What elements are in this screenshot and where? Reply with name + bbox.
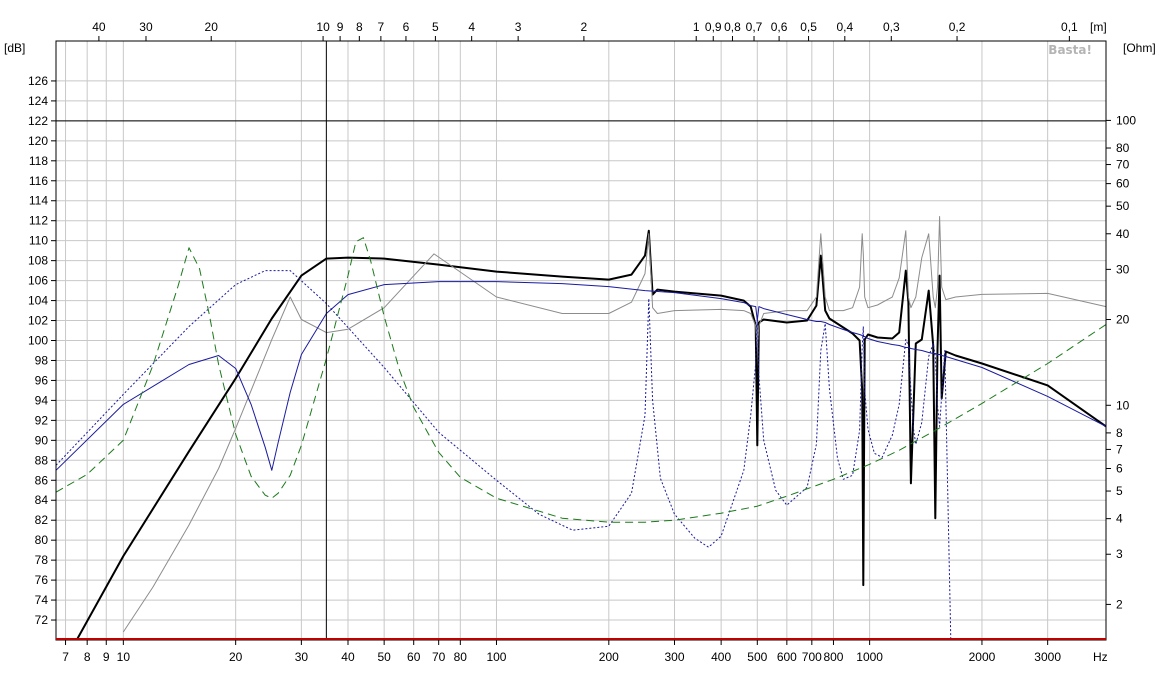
- x-tick-label: 60: [407, 650, 421, 664]
- y-left-tick-label: 84: [35, 493, 49, 507]
- x-tick-label: 3000: [1034, 650, 1061, 664]
- y-left-tick-label: 122: [28, 114, 48, 128]
- x-tick-label: 30: [295, 650, 309, 664]
- y-right-tick-label: 80: [1116, 141, 1130, 155]
- y-left-tick-label: 112: [29, 214, 48, 228]
- top-tick-label: 0,9: [705, 20, 722, 34]
- x-tick-label: 300: [664, 650, 684, 664]
- y-right-tick-label: 6: [1116, 461, 1123, 475]
- y-right-tick-label: 100: [1116, 113, 1136, 127]
- top-tick-label: 6: [403, 20, 410, 34]
- y-left-tick-label: 82: [35, 513, 49, 527]
- right-axis-unit-label: [Ohm]: [1123, 41, 1156, 55]
- frequency-response-chart: 7 8 9 10 20 30 40 50 60 70 80 100 200 300 400 500 600 700…: [0, 0, 1160, 685]
- y-left-tick-label: 106: [28, 274, 48, 288]
- top-tick-label: 9: [337, 20, 344, 34]
- x-tick-label: 200: [599, 650, 619, 664]
- top-tick-label: 0,5: [800, 20, 817, 34]
- y-left-tick-label: 86: [35, 473, 49, 487]
- y-right-tick-label: 3: [1116, 547, 1123, 561]
- y-left-tick-label: 88: [35, 453, 49, 467]
- x-tick-label: 800: [823, 650, 843, 664]
- y-right-tick-label: 70: [1116, 158, 1130, 172]
- y-right-tick-label: 40: [1116, 227, 1130, 241]
- x-tick-label: 600: [777, 650, 797, 664]
- top-tick-label: 4: [468, 20, 475, 34]
- top-tick-label: 1: [693, 20, 700, 34]
- left-axis-unit-label: [dB]: [4, 41, 25, 55]
- top-tick-label: 10: [316, 20, 330, 34]
- y-left-tick-label: 110: [29, 234, 48, 248]
- y-left-tick-label: 108: [28, 254, 48, 268]
- y-right-tick-label: 5: [1116, 484, 1123, 498]
- top-tick-label: 7: [378, 20, 385, 34]
- top-tick-label: 0,3: [883, 20, 900, 34]
- x-tick-label: 10: [117, 650, 131, 664]
- y-right-tick-label: 8: [1116, 426, 1123, 440]
- x-tick-label: 8: [84, 650, 91, 664]
- y-left-tick-label: 114: [29, 194, 48, 208]
- x-tick-label: 9: [103, 650, 110, 664]
- x-tick-label: 500: [747, 650, 767, 664]
- x-tick-label: 70: [432, 650, 446, 664]
- y-left-tick-label: 74: [35, 593, 49, 607]
- top-tick-label: 30: [139, 20, 153, 34]
- y-left-tick-label: 118: [29, 154, 48, 168]
- top-tick-label: 2: [581, 20, 588, 34]
- y-left-tick-label: 94: [35, 393, 49, 407]
- x-tick-label: 1000: [856, 650, 883, 664]
- y-left-tick-label: 126: [28, 74, 48, 88]
- y-left-tick-label: 100: [28, 334, 48, 348]
- top-tick-label: 3: [515, 20, 522, 34]
- y-left-tick-label: 102: [28, 314, 48, 328]
- y-right-tick-label: 20: [1116, 313, 1130, 327]
- top-tick-label: 0,2: [949, 20, 966, 34]
- y-left-tick-label: 104: [28, 294, 48, 308]
- x-tick-label: 100: [486, 650, 506, 664]
- x-tick-label: 7: [62, 650, 69, 664]
- y-right-tick-label: 50: [1116, 199, 1130, 213]
- top-tick-label: 0,7: [746, 20, 763, 34]
- top-tick-label: 20: [205, 20, 219, 34]
- chart-background: [0, 0, 1160, 685]
- x-tick-label: 400: [711, 650, 731, 664]
- top-tick-label: 8: [356, 20, 363, 34]
- top-axis-unit-label: [m]: [1090, 20, 1107, 34]
- x-tick-label: 80: [454, 650, 468, 664]
- y-left-tick-label: 116: [29, 174, 48, 188]
- y-right-tick-label: 7: [1116, 442, 1123, 456]
- top-tick-label: 40: [92, 20, 106, 34]
- y-right-tick-label: 10: [1116, 398, 1130, 412]
- y-left-tick-label: 78: [35, 553, 49, 567]
- y-left-tick-label: 80: [35, 533, 49, 547]
- x-tick-label: 50: [377, 650, 391, 664]
- x-tick-label: 40: [341, 650, 355, 664]
- y-left-tick-label: 90: [35, 433, 49, 447]
- y-right-tick-label: 2: [1116, 597, 1123, 611]
- y-left-tick-label: 96: [35, 373, 49, 387]
- y-left-tick-label: 72: [35, 613, 49, 627]
- y-left-tick-label: 120: [28, 134, 48, 148]
- top-tick-label: 0,6: [771, 20, 788, 34]
- x-tick-label: 700: [802, 650, 822, 664]
- x-tick-label: 20: [229, 650, 243, 664]
- y-left-tick-label: 92: [35, 413, 49, 427]
- y-right-tick-label: 60: [1116, 177, 1130, 191]
- x-axis-unit-label: Hz: [1093, 650, 1108, 664]
- top-tick-label: 5: [432, 20, 439, 34]
- top-tick-label: 0,4: [836, 20, 853, 34]
- top-tick-label: 0,8: [724, 20, 741, 34]
- y-left-tick-label: 76: [35, 573, 49, 587]
- top-tick-label: 0,1: [1061, 20, 1078, 34]
- y-left-tick-label: 98: [35, 353, 49, 367]
- y-left-tick-label: 124: [28, 94, 48, 108]
- watermark-text: Basta!: [1048, 43, 1092, 57]
- y-right-tick-label: 30: [1116, 262, 1130, 276]
- x-tick-label: 2000: [969, 650, 996, 664]
- y-right-tick-label: 4: [1116, 512, 1123, 526]
